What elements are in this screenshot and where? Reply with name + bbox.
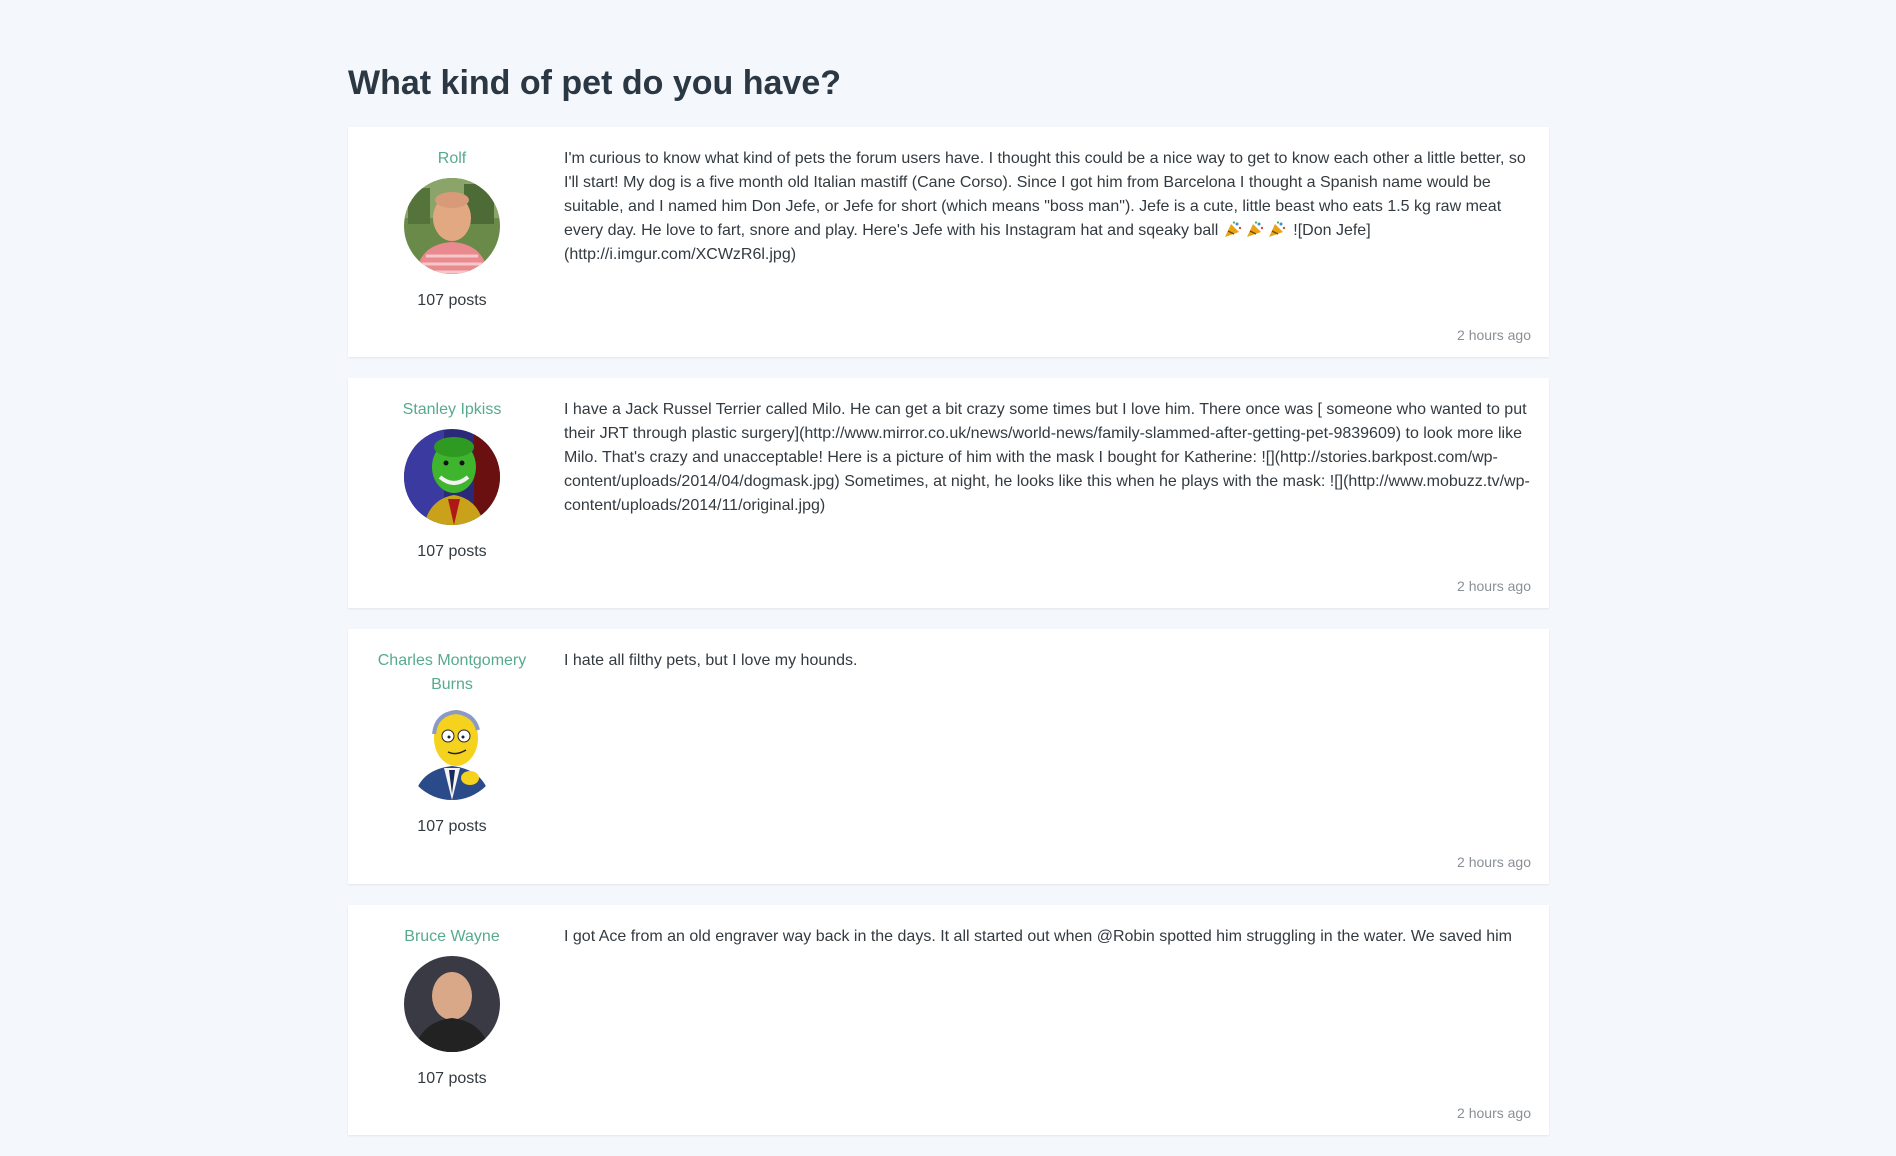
party-popper-icon bbox=[1268, 221, 1286, 237]
post-count: 107 posts bbox=[417, 818, 487, 835]
thread-container: What kind of pet do you have? Rolf 107 p… bbox=[348, 0, 1549, 1135]
avatar[interactable] bbox=[404, 429, 500, 525]
post-body: I hate all filthy pets, but I love my ho… bbox=[564, 649, 1532, 673]
author-link[interactable]: Charles Montgomery Burns bbox=[348, 649, 556, 697]
post-author-panel: Charles Montgomery Burns 107 posts bbox=[348, 629, 556, 837]
post-count: 107 posts bbox=[417, 292, 487, 309]
post-timestamp: 2 hours ago bbox=[1457, 854, 1531, 870]
post-text: I hate all filthy pets, but I love my ho… bbox=[564, 652, 858, 669]
party-popper-icon bbox=[1246, 221, 1264, 237]
avatar[interactable] bbox=[404, 178, 500, 274]
post-card: Bruce Wayne 107 posts I got Ace from an … bbox=[348, 905, 1549, 1135]
post-author-panel: Rolf 107 posts bbox=[348, 127, 556, 311]
post-timestamp: 2 hours ago bbox=[1457, 1105, 1531, 1121]
post-body: I'm curious to know what kind of pets th… bbox=[564, 147, 1532, 267]
post-author-panel: Stanley Ipkiss 107 posts bbox=[348, 378, 556, 562]
post-timestamp: 2 hours ago bbox=[1457, 578, 1531, 594]
post-text: I got Ace from an old engraver way back … bbox=[564, 928, 1512, 945]
post-text: I'm curious to know what kind of pets th… bbox=[564, 150, 1526, 239]
avatar[interactable] bbox=[404, 956, 500, 1052]
author-link[interactable]: Stanley Ipkiss bbox=[348, 398, 556, 422]
post-body: I have a Jack Russel Terrier called Milo… bbox=[564, 398, 1532, 518]
post-list: Rolf 107 posts I'm curious to know what … bbox=[348, 127, 1549, 1156]
author-link[interactable]: Rolf bbox=[348, 147, 556, 171]
post-text: I have a Jack Russel Terrier called Milo… bbox=[564, 401, 1530, 514]
post-card: Rolf 107 posts I'm curious to know what … bbox=[348, 127, 1549, 357]
thread-title: What kind of pet do you have? bbox=[348, 64, 841, 102]
post-count: 107 posts bbox=[417, 1070, 487, 1087]
post-body: I got Ace from an old engraver way back … bbox=[564, 925, 1532, 949]
avatar[interactable] bbox=[404, 704, 500, 800]
post-count: 107 posts bbox=[417, 543, 487, 560]
post-card: Stanley Ipkiss 107 posts I have a Jack R… bbox=[348, 378, 1549, 608]
post-card: Charles Montgomery Burns 107 posts I hat… bbox=[348, 629, 1549, 884]
post-author-panel: Bruce Wayne 107 posts bbox=[348, 905, 556, 1089]
party-popper-icon bbox=[1224, 221, 1242, 237]
post-timestamp: 2 hours ago bbox=[1457, 327, 1531, 343]
author-link[interactable]: Bruce Wayne bbox=[348, 925, 556, 949]
